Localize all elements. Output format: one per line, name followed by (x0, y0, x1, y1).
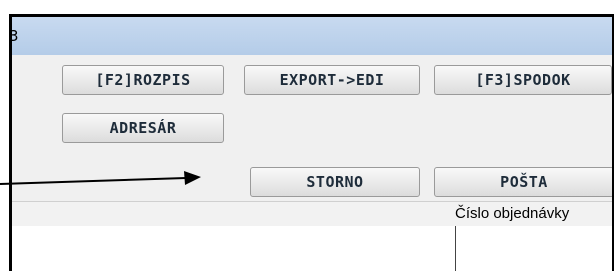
annotation-arrow (0, 171, 201, 185)
arrow-head (184, 171, 201, 185)
arrow-line (0, 177, 187, 185)
